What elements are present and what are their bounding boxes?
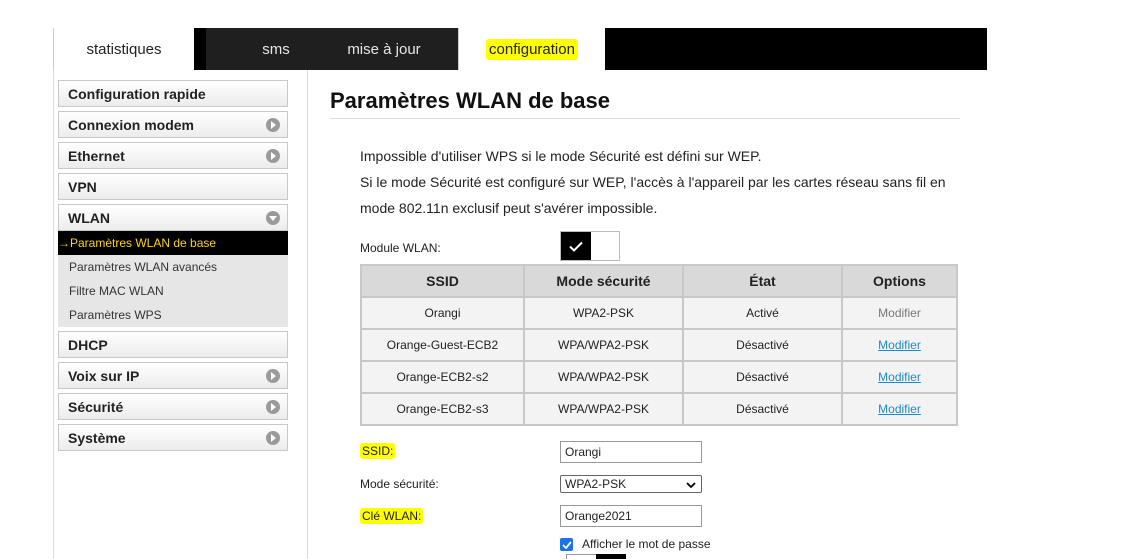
tab-label: configuration bbox=[486, 38, 578, 60]
chevron-right-icon bbox=[266, 369, 280, 383]
sidebar-item-label: DHCP bbox=[68, 336, 108, 353]
sidebar-subitem-parametres-wlan-de-base[interactable]: →Paramètres WLAN de base bbox=[58, 231, 288, 255]
top-tab-bar: statistiques sms mise à jour configurati… bbox=[53, 28, 987, 70]
sidebar-divider bbox=[307, 70, 308, 559]
column-header-etat: État bbox=[682, 264, 843, 298]
chevron-right-icon bbox=[266, 149, 280, 163]
cell-options: Modifier bbox=[841, 392, 958, 426]
tab-configuration[interactable]: configuration bbox=[458, 28, 605, 70]
chevron-right-icon bbox=[266, 431, 280, 445]
tab-label: statistiques bbox=[86, 40, 162, 58]
table-row: Orangi WPA2-PSK Activé Modifier bbox=[360, 296, 958, 330]
info-line: mode 802.11n exclusif peut s'avérer impo… bbox=[360, 200, 658, 216]
cell-ssid: Orange-Guest-ECB2 bbox=[360, 328, 525, 362]
wlan-submenu: →Paramètres WLAN de base Paramètres WLAN… bbox=[58, 231, 288, 327]
title-divider bbox=[330, 118, 960, 119]
cell-mode: WPA/WPA2-PSK bbox=[523, 328, 684, 362]
sidebar-item-securite[interactable]: Sécurité bbox=[58, 393, 288, 420]
cell-etat: Désactivé bbox=[682, 360, 843, 394]
sidebar-item-connexion-modem[interactable]: Connexion modem bbox=[58, 111, 288, 138]
sidebar-item-label: Ethernet bbox=[68, 147, 125, 164]
info-line: Impossible d'utiliser WPS si le mode Séc… bbox=[360, 148, 762, 164]
sidebar-item-label: WLAN bbox=[68, 209, 110, 226]
column-header-ssid: SSID bbox=[360, 264, 525, 298]
security-mode-select[interactable]: WPA2-PSK bbox=[560, 475, 702, 493]
modifier-link[interactable]: Modifier bbox=[878, 402, 921, 416]
sidebar-item-label: Sécurité bbox=[68, 398, 124, 415]
module-wlan-label: Module WLAN: bbox=[360, 241, 441, 255]
ssid-label-text: SSID: bbox=[360, 443, 396, 459]
sidebar-item-vpn[interactable]: VPN bbox=[58, 173, 288, 200]
subitem-label: Filtre MAC WLAN bbox=[69, 284, 164, 298]
sidebar-subitem-parametres-wlan-avances[interactable]: Paramètres WLAN avancés bbox=[58, 255, 288, 279]
table-row: Orange-Guest-ECB2 WPA/WPA2-PSK Désactivé… bbox=[360, 328, 958, 362]
modifier-disabled: Modifier bbox=[878, 306, 921, 320]
sidebar-item-wlan[interactable]: WLAN bbox=[58, 204, 288, 231]
tab-label: sms bbox=[262, 40, 290, 58]
wlan-key-label-text: Clé WLAN: bbox=[360, 508, 424, 524]
sidebar-item-voix-sur-ip[interactable]: Voix sur IP bbox=[58, 362, 288, 389]
cell-options: Modifier bbox=[841, 360, 958, 394]
chevron-down-icon bbox=[266, 211, 280, 225]
tab-mise-a-jour[interactable]: mise à jour bbox=[310, 28, 458, 70]
info-line: Si le mode Sécurité est configuré sur WE… bbox=[360, 174, 946, 190]
sidebar-item-configuration-rapide[interactable]: Configuration rapide bbox=[58, 80, 288, 107]
wlan-key-label: Clé WLAN: bbox=[360, 508, 424, 524]
tab-statistiques[interactable]: statistiques bbox=[53, 28, 194, 70]
sidebar-subitem-parametres-wps[interactable]: Paramètres WPS bbox=[58, 303, 288, 327]
sidebar-item-label: Connexion modem bbox=[68, 116, 195, 133]
column-header-options: Options bbox=[841, 264, 958, 298]
table-row: Orange-ECB2-s3 WPA/WPA2-PSK Désactivé Mo… bbox=[360, 392, 958, 426]
show-password-label: Afficher le mot de passe bbox=[582, 537, 711, 551]
sidebar-item-label: Système bbox=[68, 429, 126, 446]
check-icon bbox=[561, 232, 591, 260]
cell-options: Modifier bbox=[841, 296, 958, 330]
tab-label: mise à jour bbox=[347, 40, 421, 58]
subitem-label: →Paramètres WLAN de base bbox=[58, 236, 217, 250]
sidebar-item-dhcp[interactable]: DHCP bbox=[58, 331, 288, 358]
cell-options: Modifier bbox=[841, 328, 958, 362]
subitem-label: Paramètres WPS bbox=[69, 308, 162, 322]
modifier-link[interactable]: Modifier bbox=[878, 338, 921, 352]
sidebar-item-label: Voix sur IP bbox=[68, 367, 140, 384]
ssid-table: SSID Mode sécurité État Options Orangi W… bbox=[360, 264, 958, 426]
table-row: Orange-ECB2-s2 WPA/WPA2-PSK Désactivé Mo… bbox=[360, 360, 958, 394]
show-password-checkbox[interactable] bbox=[560, 538, 573, 551]
modifier-link[interactable]: Modifier bbox=[878, 370, 921, 384]
sidebar-subitem-filtre-mac-wlan[interactable]: Filtre MAC WLAN bbox=[58, 279, 288, 303]
page-title: Paramètres WLAN de base bbox=[330, 88, 610, 113]
chevron-down-icon bbox=[686, 479, 696, 493]
cell-ssid: Orangi bbox=[360, 296, 525, 330]
sidebar-item-label: Configuration rapide bbox=[68, 85, 206, 102]
security-mode-value: WPA2-PSK bbox=[565, 477, 627, 491]
chevron-right-icon bbox=[266, 118, 280, 132]
sidebar-item-label: VPN bbox=[68, 178, 97, 195]
ssid-label: SSID: bbox=[360, 443, 396, 459]
cell-ssid: Orange-ECB2-s2 bbox=[360, 360, 525, 394]
cell-etat: Activé bbox=[682, 296, 843, 330]
sidebar-item-systeme[interactable]: Système bbox=[58, 424, 288, 451]
wlan-key-input[interactable]: Orange2021 bbox=[560, 505, 702, 527]
column-header-mode-securite: Mode sécurité bbox=[523, 264, 684, 298]
security-mode-label: Mode sécurité: bbox=[360, 477, 439, 491]
cell-mode: WPA/WPA2-PSK bbox=[523, 392, 684, 426]
cell-ssid: Orange-ECB2-s3 bbox=[360, 392, 525, 426]
cell-etat: Désactivé bbox=[682, 328, 843, 362]
ssid-input[interactable]: Orangi bbox=[560, 441, 702, 463]
cell-mode: WPA/WPA2-PSK bbox=[523, 360, 684, 394]
next-toggle-knob-partial bbox=[596, 554, 626, 559]
cell-mode: WPA2-PSK bbox=[523, 296, 684, 330]
subitem-label: Paramètres WLAN avancés bbox=[69, 260, 218, 274]
left-border bbox=[53, 70, 54, 559]
table-header-row: SSID Mode sécurité État Options bbox=[360, 264, 958, 298]
module-wlan-toggle[interactable] bbox=[560, 231, 620, 261]
cell-etat: Désactivé bbox=[682, 392, 843, 426]
sidebar-item-ethernet[interactable]: Ethernet bbox=[58, 142, 288, 169]
chevron-right-icon bbox=[266, 400, 280, 414]
